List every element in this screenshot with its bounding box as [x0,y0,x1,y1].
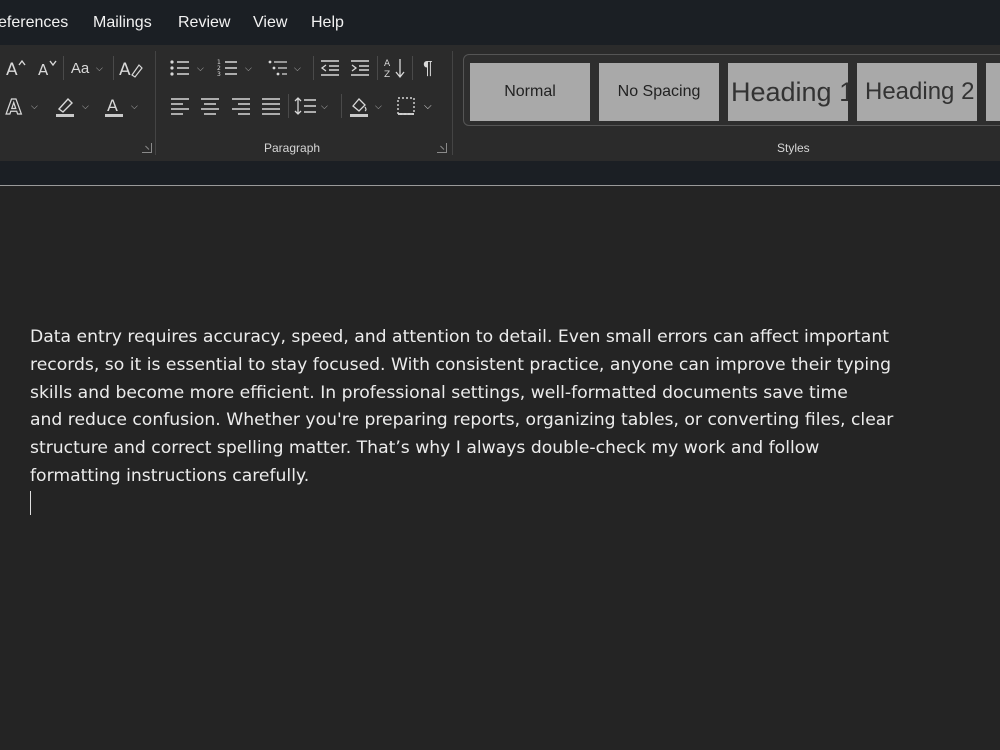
text-cursor [30,491,31,515]
svg-text:Z: Z [384,70,390,79]
align-left-icon[interactable] [168,93,192,119]
style-heading-1[interactable]: Heading 1 [728,63,848,121]
chevron-down-icon[interactable]: ⌵ [424,101,432,112]
svg-text:A: A [107,96,118,115]
chevron-down-icon[interactable]: ⌵ [31,101,38,112]
menu-review[interactable]: Review [178,14,230,32]
align-center-icon[interactable] [198,93,222,119]
ribbon-separator [341,94,342,118]
borders-icon[interactable] [394,93,418,119]
paragraph-dialog-launcher-icon[interactable] [437,143,447,153]
style-heading-2[interactable]: Heading 2 [857,63,977,121]
styles-gallery: Normal No Spacing Heading 1 Heading 2 [463,54,1000,126]
styles-group-label: Styles [777,141,810,155]
document-line: and reduce confusion. Whether you're pre… [30,410,894,431]
document-line: Data entry requires accuracy, speed, and… [30,327,889,347]
svg-text:A: A [6,60,18,78]
sort-icon[interactable]: AZ [382,55,408,81]
increase-indent-icon[interactable] [348,55,372,81]
svg-text:A: A [384,59,391,69]
chevron-down-icon[interactable]: ⌵ [245,63,252,74]
shading-icon[interactable] [346,93,372,119]
chevron-down-icon[interactable]: ⌵ [96,63,103,74]
decrease-indent-icon[interactable] [318,55,342,81]
ribbon-separator [288,94,289,118]
ribbon-separator [412,56,413,80]
chevron-down-icon[interactable]: ⌵ [197,63,204,74]
font-color-icon[interactable]: A [102,93,126,119]
chevron-down-icon[interactable]: ⌵ [321,101,328,112]
document-line: formatting instructions carefully. [30,465,310,486]
svg-text:A: A [38,61,49,78]
bullets-icon[interactable] [168,55,192,81]
text-effects-icon[interactable]: A [4,93,28,119]
menu-view[interactable]: View [253,14,287,32]
highlight-color-icon[interactable] [53,93,77,119]
justify-icon[interactable] [259,93,283,119]
chevron-down-icon[interactable]: ⌵ [294,63,301,74]
ribbon-separator [63,56,64,80]
style-normal[interactable]: Normal [470,63,590,121]
chevron-down-icon[interactable]: ⌵ [82,101,89,112]
clear-formatting-icon[interactable]: A [118,55,144,81]
menu-help[interactable]: Help [311,14,344,32]
svg-text:A: A [119,60,131,79]
font-dialog-launcher-icon[interactable] [142,143,152,153]
ribbon-separator [113,56,114,80]
menu-mailings[interactable]: Mailings [93,14,152,32]
style-next-tile[interactable] [986,63,1000,121]
document-line: records, so it is essential to stay focu… [30,354,891,375]
numbering-icon[interactable]: 123 [216,55,240,81]
document-line: structure and correct spelling matter. T… [30,438,820,459]
grow-font-icon[interactable]: A [4,55,26,81]
chevron-down-icon[interactable]: ⌵ [131,101,138,112]
line-spacing-icon[interactable] [293,93,319,119]
document-line: skills and become more efficient. In pro… [30,382,848,403]
chevron-down-icon[interactable]: ⌵ [375,101,382,112]
svg-text:A: A [6,95,22,117]
show-formatting-marks-icon[interactable]: ¶ [416,55,440,81]
ribbon-separator [377,56,378,80]
ruler-band [0,161,1000,185]
group-separator [452,51,453,155]
menu-references[interactable]: eferences [0,14,68,32]
shrink-font-icon[interactable]: A [36,55,58,81]
document-page[interactable]: Data entry requires accuracy, speed, and… [0,186,1000,750]
align-right-icon[interactable] [229,93,253,119]
document-paragraph[interactable]: Data entry requires accuracy, speed, and… [30,324,940,491]
multilevel-list-icon[interactable] [266,55,290,81]
paragraph-group-label: Paragraph [264,141,321,155]
ribbon-separator [313,56,314,80]
menu-bar: eferences Mailings Review View Help [0,0,1000,45]
style-no-spacing[interactable]: No Spacing [599,63,719,121]
change-case-button[interactable]: Aa [68,55,92,81]
group-separator [155,51,156,155]
svg-text:3: 3 [217,71,221,78]
